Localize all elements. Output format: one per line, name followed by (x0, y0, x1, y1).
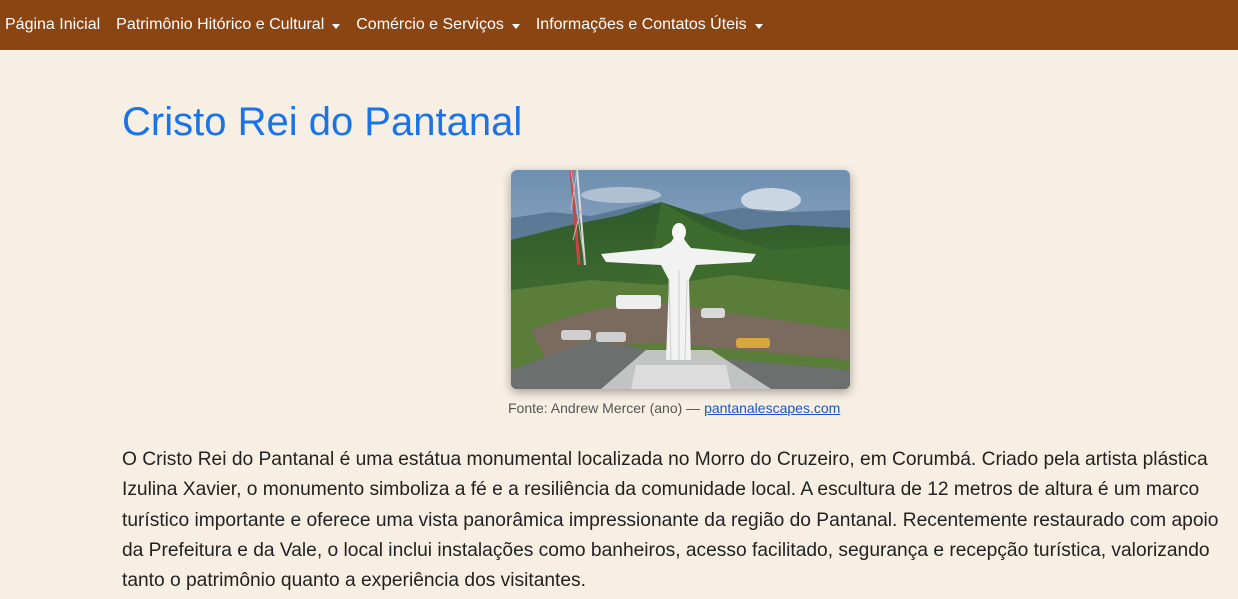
nav-home-label: Página Inicial (5, 16, 101, 33)
nav-heritage-label: Patrimônio Hitórico e Cultural (116, 16, 325, 33)
nav-heritage-dropdown[interactable]: Patrimônio Hitórico e Cultural (116, 16, 341, 34)
caption-source-link[interactable]: pantanalescapes.com (704, 400, 840, 416)
top-navbar: Página Inicial Patrimônio Hitórico e Cul… (0, 0, 1238, 50)
cristo-rei-photo (511, 170, 850, 389)
description-paragraph: O Cristo Rei do Pantanal é uma estátua m… (122, 449, 1219, 592)
nav-commerce-label: Comércio e Serviços (356, 16, 504, 33)
caret-down-icon (754, 23, 763, 29)
nav-info-label: Informações e Contatos Úteis (535, 16, 747, 33)
caption-source-text: Fonte: Andrew Mercer (ano) — (508, 400, 701, 416)
caret-down-icon (332, 23, 341, 29)
page-title: Cristo Rei do Pantanal (122, 100, 523, 144)
nav-commerce-dropdown[interactable]: Comércio e Serviços (356, 16, 520, 34)
nav-info-dropdown[interactable]: Informações e Contatos Úteis (536, 16, 763, 34)
nav-home-link[interactable]: Página Inicial (5, 16, 100, 34)
caret-down-icon (511, 23, 520, 29)
